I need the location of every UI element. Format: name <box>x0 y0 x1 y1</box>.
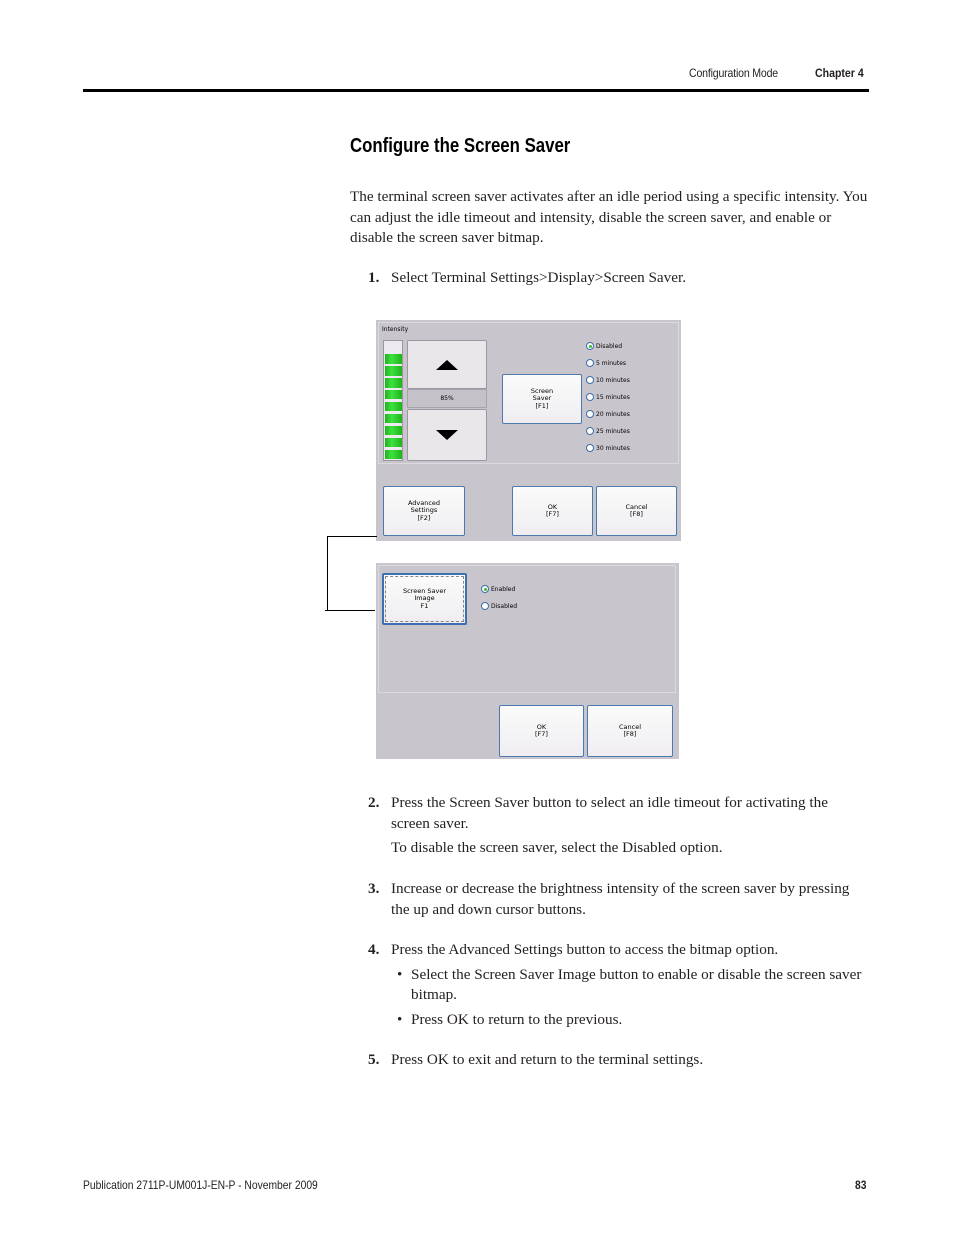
radio-unselected-icon[interactable] <box>586 410 594 418</box>
step-number: 4. <box>368 941 380 958</box>
intensity-segment <box>385 437 402 448</box>
image-option-label: Disabled <box>491 602 518 610</box>
timeout-option[interactable]: 10 minutes <box>586 376 630 384</box>
connector-line-vertical <box>327 536 328 611</box>
step-note: To disable the screen saver, select the … <box>391 839 723 856</box>
screen-saver-image-button[interactable]: Screen Saver Image F1 <box>382 573 467 625</box>
radio-unselected-icon[interactable] <box>586 427 594 435</box>
step-4: 4. Press the Advanced Settings button to… <box>368 940 870 1030</box>
step-3: 3. Increase or decrease the brightness i… <box>368 879 870 920</box>
timeout-option[interactable]: 30 minutes <box>586 444 630 452</box>
timeout-option[interactable]: 25 minutes <box>586 427 630 435</box>
image-option[interactable]: Enabled <box>481 585 515 593</box>
step-5: 5. Press OK to exit and return to the te… <box>368 1050 870 1071</box>
step-text: Press the Screen Saver button to select … <box>391 794 828 832</box>
bullet-item: • Select the Screen Saver Image button to… <box>397 965 862 1004</box>
timeout-option-label: 30 minutes <box>596 444 630 452</box>
advanced-settings-dialog: Screen Saver Image F1 Enabled Disabled OK… <box>376 563 679 759</box>
timeout-option[interactable]: 15 minutes <box>586 393 630 401</box>
radio-unselected-icon[interactable] <box>586 359 594 367</box>
publication-footer: Publication 2711P-UM001J-EN-P - November… <box>83 1178 318 1192</box>
step-number: 3. <box>368 880 380 897</box>
timeout-option-label: 25 minutes <box>596 427 630 435</box>
running-header-section: Configuration Mode <box>689 66 779 80</box>
intensity-up-button[interactable] <box>407 340 487 389</box>
intensity-down-button[interactable] <box>407 409 487 461</box>
page-number: 83 <box>855 1178 867 1192</box>
image-option[interactable]: Disabled <box>481 602 517 610</box>
timeout-option[interactable]: Disabled <box>586 342 622 350</box>
radio-unselected-icon[interactable] <box>586 444 594 452</box>
screen-saver-button[interactable]: Screen Saver [F1] <box>502 374 582 424</box>
step-text: Press OK to exit and return to the termi… <box>391 1051 704 1068</box>
intensity-segment <box>385 354 402 364</box>
intensity-segment <box>385 402 402 412</box>
cancel-button[interactable]: Cancel [F8] <box>596 486 677 536</box>
image-option-label: Enabled <box>491 585 516 593</box>
header-rule <box>83 89 869 92</box>
intensity-segment <box>385 413 402 424</box>
intensity-segment <box>385 425 402 436</box>
radio-unselected-icon[interactable] <box>586 376 594 384</box>
running-header-chapter: Chapter 4 <box>815 66 864 80</box>
connector-line-bottom <box>325 610 375 611</box>
step-number: 1. <box>368 269 380 286</box>
timeout-option-label: 5 minutes <box>596 359 627 367</box>
step-text: Increase or decrease the brightness inte… <box>391 880 850 918</box>
arrow-up-icon <box>436 359 458 370</box>
intensity-value: 85% <box>407 389 487 408</box>
section-title: Configure the Screen Saver <box>350 135 571 157</box>
step-1: 1. Select Terminal Settings>Display>Scre… <box>368 268 870 289</box>
intensity-level-bar <box>383 340 403 461</box>
intensity-label: Intensity <box>382 326 409 333</box>
step-text: Select Terminal Settings>Display>Screen … <box>391 269 687 286</box>
step-number: 5. <box>368 1051 380 1068</box>
intensity-segment <box>385 366 402 376</box>
radio-unselected-icon[interactable] <box>586 393 594 401</box>
intensity-segment <box>385 449 402 459</box>
timeout-option[interactable]: 20 minutes <box>586 410 630 418</box>
timeout-option-label: 10 minutes <box>596 376 630 384</box>
step-text: Press the Advanced Settings button to ac… <box>391 941 779 958</box>
timeout-option-label: 20 minutes <box>596 410 630 418</box>
step-2: 2. Press the Screen Saver button to sele… <box>368 793 870 859</box>
ok-button[interactable]: OK [F7] <box>512 486 593 536</box>
timeout-option[interactable]: 5 minutes <box>586 359 626 367</box>
radio-unselected-icon[interactable] <box>481 602 489 610</box>
intensity-segment <box>385 390 402 400</box>
advanced-settings-button[interactable]: Advanced Settings [F2] <box>383 486 465 536</box>
connector-line-top <box>327 536 377 537</box>
timeout-option-label: 15 minutes <box>596 393 630 401</box>
bullet-item: • Press OK to return to the previous. <box>391 1010 870 1031</box>
bullet-icon: • <box>397 965 403 983</box>
radio-selected-icon[interactable] <box>481 585 489 593</box>
ok-button[interactable]: OK [F7] <box>499 705 584 757</box>
cancel-button[interactable]: Cancel [F8] <box>587 705 673 757</box>
arrow-down-icon <box>436 430 458 440</box>
screen-saver-dialog: Intensity 85% Screen Saver [F1] Disabled… <box>376 320 681 541</box>
radio-selected-icon[interactable] <box>586 342 594 350</box>
timeout-option-label: Disabled <box>596 342 623 350</box>
intensity-segment <box>385 378 402 388</box>
bullet-icon: • <box>397 1010 403 1028</box>
step-number: 2. <box>368 794 380 811</box>
intro-paragraph: The terminal screen saver activates afte… <box>350 188 868 246</box>
